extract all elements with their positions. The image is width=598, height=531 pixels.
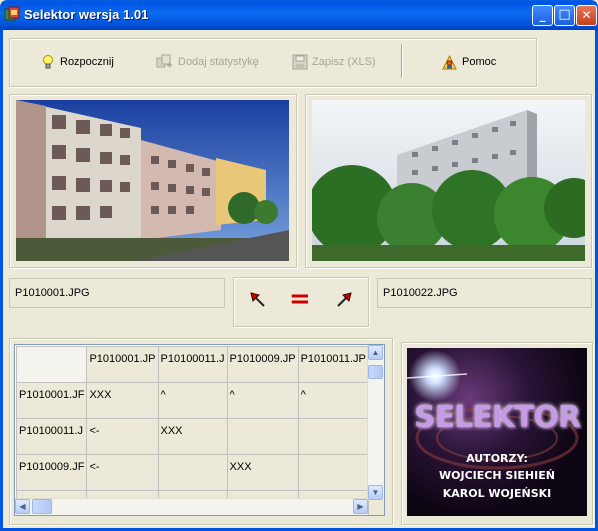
- vertical-scroll-thumb[interactable]: [368, 365, 383, 379]
- cell-text: ^: [160, 389, 166, 401]
- grid-cell[interactable]: <-: [86, 454, 159, 491]
- column-header[interactable]: P1010001.JP: [86, 346, 159, 383]
- help-button[interactable]: Pomoc: [441, 54, 496, 70]
- start-button[interactable]: Rozpocznij: [40, 54, 114, 70]
- grid-corner-cell[interactable]: [15, 346, 88, 383]
- column-header[interactable]: P10100011.J: [157, 346, 228, 383]
- cell-text: P10100011.J: [19, 425, 84, 437]
- scroll-up-icon[interactable]: ▲: [368, 345, 383, 360]
- cell-text: XXX: [229, 461, 252, 473]
- right-photo-image: [312, 100, 585, 261]
- cell-text: <-: [89, 461, 100, 473]
- selektor-logo: SELEKTOR AUTORZY: WOJCIECH SIEHIEŃ KAROL…: [407, 348, 587, 516]
- left-better-arrow-icon[interactable]: [250, 292, 268, 310]
- table-row: P1010001.JFXXX^^^^: [15, 382, 384, 419]
- logo-author-2: KAROL WOJEŃSKI: [442, 487, 552, 500]
- logo-authors-label: AUTORZY:: [466, 452, 528, 465]
- grid-cell[interactable]: XXX: [86, 382, 159, 419]
- grid-horizontal-scrollbar[interactable]: ◀ ▶: [15, 498, 368, 515]
- grid-cell[interactable]: [297, 454, 369, 491]
- logo-author-1: WOJCIECH SIEHIEŃ: [439, 469, 555, 482]
- left-photo-image: [16, 100, 289, 261]
- grid-cell[interactable]: [297, 418, 369, 455]
- right-photo[interactable]: [312, 100, 585, 261]
- lightbulb-icon: [43, 55, 53, 69]
- logo-title: SELEKTOR: [413, 400, 581, 435]
- scroll-right-icon[interactable]: ▶: [353, 499, 368, 514]
- cell-text: P1010009.JP: [229, 353, 296, 365]
- cell-text: P1010001.JP: [89, 353, 156, 365]
- app-icon: [4, 6, 20, 21]
- results-grid[interactable]: P1010001.JP P10100011.J P1010009.JP P101001…: [14, 344, 385, 516]
- title-bar[interactable]: Selektor wersja 1.01 _ □ ✕: [0, 0, 598, 30]
- cell-text: ^: [229, 389, 235, 401]
- scroll-left-icon[interactable]: ◀: [15, 499, 30, 514]
- cell-text: XXX: [89, 389, 112, 401]
- row-header[interactable]: P1010001.JF: [15, 382, 88, 419]
- cell-text: P1010001.JF: [19, 389, 85, 401]
- minimize-button[interactable]: _: [532, 5, 553, 26]
- save-xls-button[interactable]: Zapisz (XLS): [292, 54, 376, 70]
- grid-cell[interactable]: [157, 454, 228, 491]
- cell-text: ^: [300, 389, 306, 401]
- right-better-arrow-icon[interactable]: [334, 292, 352, 310]
- row-header[interactable]: P1010009.JF: [15, 454, 88, 491]
- grid-vertical-scrollbar[interactable]: ▲ ▼: [367, 345, 384, 500]
- cell-text: <-: [89, 425, 100, 437]
- grid-cell[interactable]: ^: [226, 382, 299, 419]
- cell-text: P1010009.JF: [19, 461, 85, 473]
- window-title: Selektor wersja 1.01: [24, 7, 149, 22]
- close-icon: ✕: [581, 8, 592, 22]
- cell-text: XXX: [160, 425, 183, 437]
- toolbar-separator: [401, 44, 402, 78]
- grid-cell[interactable]: <-: [86, 418, 159, 455]
- floppy-disk-icon: [292, 54, 308, 70]
- table-row: P10100011.J <- XXX: [15, 418, 384, 455]
- table-row: P1010009.JF <- XXX: [15, 454, 384, 491]
- save-xls-label: Zapisz (XLS): [312, 56, 376, 68]
- grid-cell[interactable]: ^: [297, 382, 369, 419]
- start-label: Rozpocznij: [60, 56, 114, 68]
- help-person-icon: [442, 54, 457, 70]
- column-header[interactable]: P1010009.JP: [226, 346, 299, 383]
- close-button[interactable]: ✕: [576, 5, 597, 26]
- right-filename-field: P1010022.JPG: [377, 278, 592, 308]
- add-stats-label: Dodaj statystykę: [178, 56, 259, 68]
- cell-text: P10100011.J: [160, 353, 225, 365]
- maximize-icon: □: [558, 7, 571, 22]
- grid-header-row: P1010001.JP P10100011.J P1010009.JP P101001…: [15, 346, 384, 383]
- left-filename-field: P1010001.JPG: [9, 278, 225, 308]
- help-label: Pomoc: [462, 56, 497, 68]
- add-stats-icon: [156, 54, 172, 68]
- grid-cell[interactable]: ^: [157, 382, 228, 419]
- grid-cell[interactable]: XXX: [157, 418, 228, 455]
- left-photo[interactable]: [16, 100, 289, 261]
- column-header[interactable]: P1010011.JP: [297, 346, 369, 383]
- cell-text: P1010011.JP: [300, 353, 366, 365]
- scroll-down-icon[interactable]: ▼: [368, 485, 383, 500]
- row-header[interactable]: P10100011.J: [15, 418, 88, 455]
- equal-button[interactable]: =: [289, 284, 311, 314]
- grid-cell[interactable]: [226, 418, 299, 455]
- grid-cell[interactable]: XXX: [226, 454, 299, 491]
- add-stats-button[interactable]: Dodaj statystykę: [156, 54, 259, 70]
- results-table: P1010001.JP P10100011.J P1010009.JP P101001…: [15, 346, 384, 515]
- maximize-button[interactable]: □: [554, 5, 575, 26]
- horizontal-scroll-thumb[interactable]: [32, 499, 52, 514]
- minimize-icon: _: [539, 8, 546, 22]
